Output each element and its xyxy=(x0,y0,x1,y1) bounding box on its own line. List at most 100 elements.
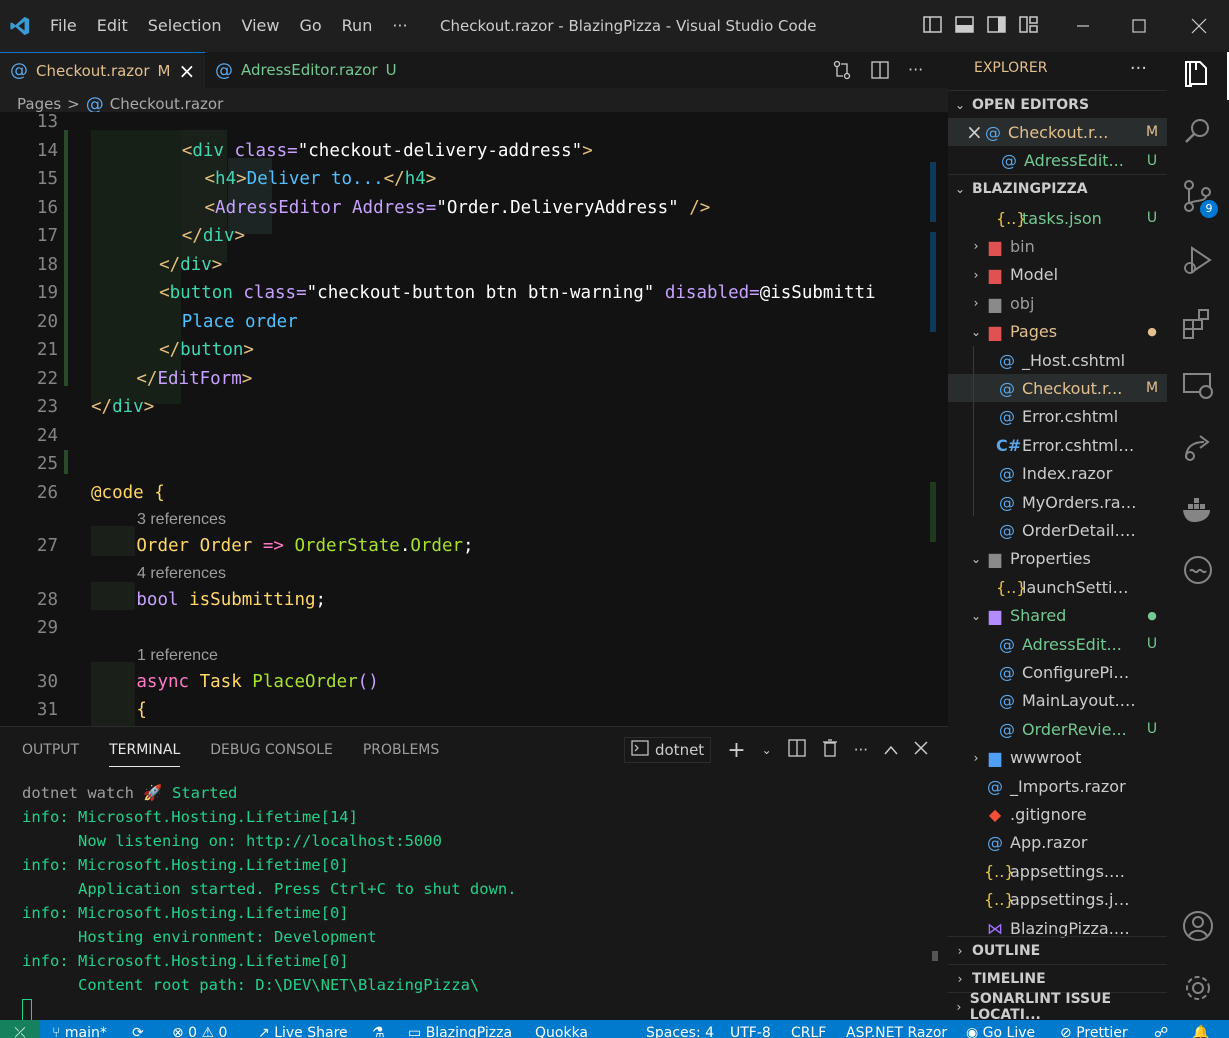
sync-icon[interactable]: ⟳ xyxy=(132,1020,144,1038)
tree-item-gitignore[interactable]: ◆ .gitignore xyxy=(948,800,1167,828)
panel-tab-terminal[interactable]: TERMINAL xyxy=(109,733,181,767)
minimize-button[interactable] xyxy=(1054,0,1112,52)
code-line[interactable]: 21 </button> xyxy=(0,336,948,364)
indentation-status[interactable]: Spaces: 4 xyxy=(646,1020,714,1038)
tab-adresseditor-razor[interactable]: @ AdressEditor.razor U xyxy=(205,52,415,88)
code-line[interactable]: 23 </div> xyxy=(0,393,948,421)
compare-changes-icon[interactable] xyxy=(832,60,852,80)
tree-item-checkout-r[interactable]: @ Checkout.r... M xyxy=(948,374,1167,403)
trash-icon[interactable] xyxy=(822,739,838,761)
go-live-status[interactable]: ◉ Go Live xyxy=(966,1020,1035,1038)
tree-item-index-razor[interactable]: @ Index.razor xyxy=(948,460,1167,488)
search-icon[interactable] xyxy=(1180,114,1216,150)
menu-view[interactable]: View xyxy=(232,0,290,52)
tree-item-error-cshtml-cs[interactable]: C# Error.cshtml.cs xyxy=(948,431,1167,459)
maximize-panel-icon[interactable] xyxy=(884,741,898,759)
live-share-icon[interactable] xyxy=(1180,430,1216,466)
code-line[interactable]: 16 <AdressEditor Address="Order.DeliveryA… xyxy=(0,194,948,222)
panel-tab-problems[interactable]: PROBLEMS xyxy=(363,742,439,758)
chevron-down-icon[interactable]: ⌄ xyxy=(968,609,984,623)
more-actions-icon[interactable]: ··· xyxy=(854,741,868,759)
code-line[interactable]: 24 xyxy=(0,422,948,450)
eol-status[interactable]: CRLF xyxy=(791,1020,826,1038)
outline-header[interactable]: › OUTLINE xyxy=(948,936,1167,964)
code-line[interactable]: 31 { xyxy=(0,696,948,724)
flask-icon[interactable]: ⚗ xyxy=(372,1020,385,1038)
menu-go[interactable]: Go xyxy=(289,0,331,52)
problems-status[interactable]: ⊗ 0 ⚠ 0 xyxy=(172,1020,227,1038)
code-editor[interactable]: 13 14 <div class="checkout-delivery-addres… xyxy=(0,112,948,726)
tab-checkout-razor[interactable]: @ Checkout.razor M × xyxy=(0,52,205,88)
tree-item-configurepizzad[interactable]: @ ConfigurePizzaD... xyxy=(948,658,1167,686)
chevron-down-icon[interactable]: ⌄ xyxy=(968,552,984,566)
code-line[interactable]: 27 Order Order => OrderState.Order; xyxy=(0,532,948,560)
language-mode-status[interactable]: ASP.NET Razor xyxy=(846,1020,947,1038)
tree-item-adressedit[interactable]: @ AdressEdit... U xyxy=(948,630,1167,658)
remote-indicator-icon[interactable]: ⤫ xyxy=(0,1020,40,1038)
tree-item-pages[interactable]: ⌄ ▆ Pages ● xyxy=(948,318,1167,346)
menu-edit[interactable]: Edit xyxy=(87,0,138,52)
docker-icon[interactable] xyxy=(1180,492,1216,528)
codelens-references[interactable]: 4 references xyxy=(137,563,226,585)
menu-run[interactable]: Run xyxy=(332,0,383,52)
tree-item-launchsettings-js[interactable]: {..}launchSettings.js... xyxy=(948,573,1167,601)
settings-gear-icon[interactable] xyxy=(1180,970,1216,1006)
split-editor-icon[interactable] xyxy=(870,60,890,80)
tree-item-appsettings-json[interactable]: {..} appsettings.json xyxy=(948,886,1167,914)
code-line[interactable]: 28 bool isSubmitting; xyxy=(0,586,948,614)
tree-item-app-razor[interactable]: @ App.razor xyxy=(948,829,1167,857)
new-terminal-icon[interactable]: + xyxy=(727,738,745,763)
close-window-button[interactable] xyxy=(1170,0,1228,52)
tree-item-myorders-razor[interactable]: @ MyOrders.razor xyxy=(948,488,1167,516)
account-icon[interactable] xyxy=(1180,908,1216,944)
tree-item-tasks-json[interactable]: {..} tasks.json U xyxy=(948,204,1167,232)
code-line[interactable]: 20 Place order xyxy=(0,308,948,336)
code-line[interactable]: 26 @code { xyxy=(0,479,948,507)
open-editors-header[interactable]: ⌄ OPEN EDITORS xyxy=(948,90,1167,118)
chevron-right-icon[interactable]: › xyxy=(968,751,984,765)
code-line[interactable]: 18 </div> xyxy=(0,251,948,279)
extensions-icon[interactable] xyxy=(1180,306,1216,342)
tree-item-obj[interactable]: › ▆ obj xyxy=(948,289,1167,317)
code-line[interactable]: 19 <button class="checkout-button btn btn… xyxy=(0,279,948,307)
code-line[interactable]: 15 <h4>Deliver to...</h4> xyxy=(0,165,948,193)
terminal-selector[interactable]: dotnet xyxy=(623,737,712,763)
run-debug-icon[interactable] xyxy=(1180,242,1216,278)
chevron-right-icon[interactable]: › xyxy=(968,268,984,282)
tree-item-imports-razor[interactable]: @ _Imports.razor xyxy=(948,772,1167,800)
quokka-icon[interactable] xyxy=(1180,552,1216,588)
tree-item-shared[interactable]: ⌄ ▆ Shared ● xyxy=(948,602,1167,630)
code-line[interactable]: 25 xyxy=(0,450,948,478)
remote-explorer-icon[interactable] xyxy=(1180,368,1216,404)
branch-status[interactable]: ⑂ main* xyxy=(52,1020,107,1038)
code-line[interactable]: 29 xyxy=(0,614,948,642)
breadcrumb-file[interactable]: Checkout.razor xyxy=(110,95,224,113)
more-actions-icon[interactable]: ··· xyxy=(908,60,928,80)
close-editor-icon[interactable]: × xyxy=(966,120,983,144)
codelens-references[interactable]: 3 references xyxy=(137,509,226,531)
tree-item-mainlayout-razor[interactable]: @ MainLayout.razor xyxy=(948,687,1167,715)
tree-item-wwwroot[interactable]: › ▆ wwwroot xyxy=(948,744,1167,772)
customize-layout-icon[interactable] xyxy=(1018,14,1040,36)
panel-tab-output[interactable]: OUTPUT xyxy=(22,742,79,758)
code-line[interactable]: 30 async Task PlaceOrder() xyxy=(0,668,948,696)
panel-tab-debug-console[interactable]: DEBUG CONSOLE xyxy=(210,742,333,758)
toggle-panel-icon[interactable] xyxy=(954,14,976,36)
explorer-more-icon[interactable]: ··· xyxy=(1130,58,1147,79)
timeline-header[interactable]: › TIMELINE xyxy=(948,964,1167,992)
close-panel-icon[interactable] xyxy=(914,741,928,759)
code-line[interactable]: 14 <div class="checkout-delivery-address"… xyxy=(0,137,948,165)
tree-item-error-cshtml[interactable]: @ Error.cshtml xyxy=(948,403,1167,431)
menu-file[interactable]: File xyxy=(40,0,87,52)
tree-item-model[interactable]: › ▆ Model xyxy=(948,261,1167,289)
toggle-secondary-sidebar-icon[interactable] xyxy=(986,14,1008,36)
explorer-files-icon[interactable] xyxy=(1180,56,1216,92)
code-line[interactable]: 17 </div> xyxy=(0,222,948,250)
encoding-status[interactable]: UTF-8 xyxy=(730,1020,771,1038)
chevron-right-icon[interactable]: › xyxy=(968,239,984,253)
codelens-references[interactable]: 1 reference xyxy=(137,645,218,667)
menu-more[interactable]: ··· xyxy=(382,0,417,52)
menu-selection[interactable]: Selection xyxy=(138,0,232,52)
chevron-down-icon[interactable]: ⌄ xyxy=(968,325,984,339)
tree-item-properties[interactable]: ⌄ ▆ Properties xyxy=(948,545,1167,573)
